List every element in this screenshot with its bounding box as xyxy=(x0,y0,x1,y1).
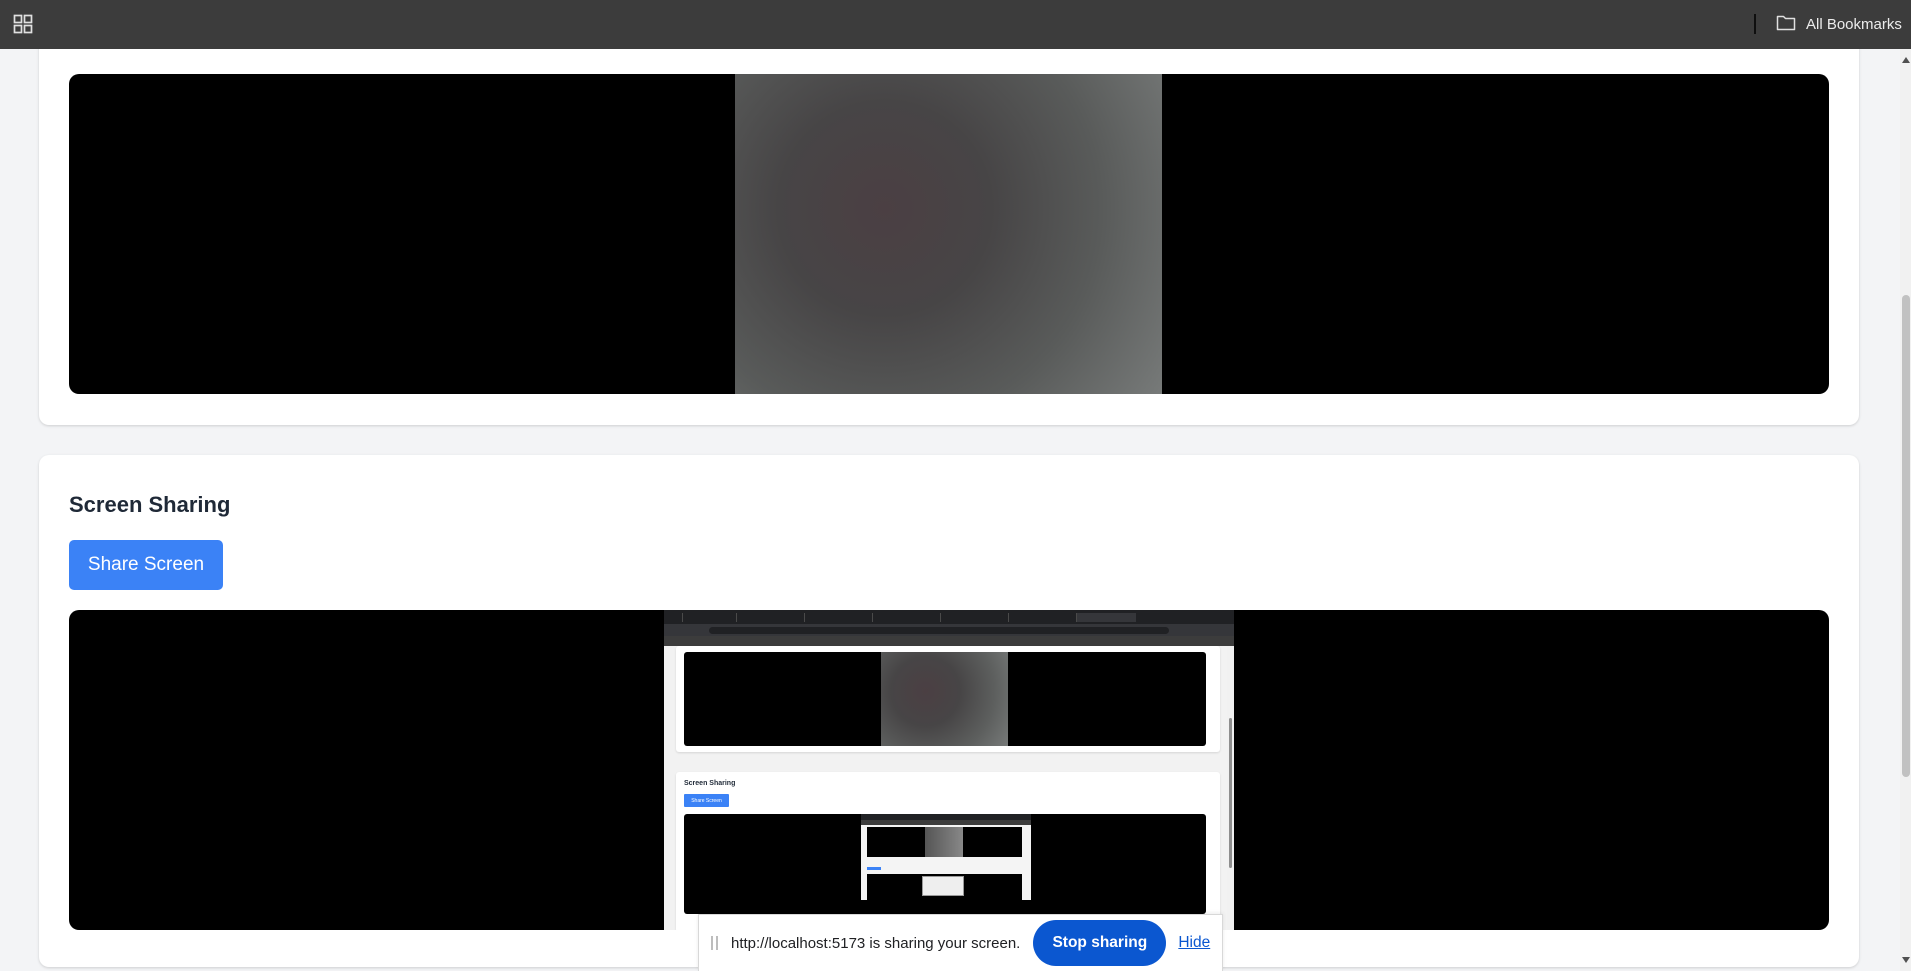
mini-camera-feed xyxy=(881,652,1008,746)
mini-scrollbar xyxy=(1227,646,1234,930)
scrollbar-thumb[interactable] xyxy=(1902,295,1910,777)
mini-tab xyxy=(1008,613,1074,622)
camera-video xyxy=(69,74,1829,394)
mini-share-button: Share Screen xyxy=(684,794,729,807)
folder-icon xyxy=(1776,14,1796,35)
mini-tab xyxy=(940,613,1006,622)
mini-scrollbar-thumb xyxy=(1229,718,1232,868)
mini-tab xyxy=(804,613,870,622)
mini-tab-strip xyxy=(664,610,1234,624)
mini-tab xyxy=(736,613,802,622)
scroll-up-arrow-icon[interactable] xyxy=(1902,57,1910,63)
nested-shared-screen xyxy=(861,814,1031,900)
nested-inner-screen xyxy=(922,876,964,896)
nested-toolbar xyxy=(861,820,1031,825)
mini-camera-card xyxy=(676,646,1220,752)
drag-handle-icon[interactable] xyxy=(711,936,718,950)
shared-screen-capture: Screen Sharing Share Screen xyxy=(664,610,1234,930)
mini-url-field xyxy=(709,627,1169,634)
apps-grid-icon[interactable] xyxy=(13,14,33,34)
screen-sharing-card: Screen Sharing Share Screen Screen Shari… xyxy=(39,455,1859,967)
mini-tab xyxy=(872,613,938,622)
screen-sharing-title: Screen Sharing xyxy=(69,492,231,517)
screen-share-notice: http://localhost:5173 is sharing your sc… xyxy=(698,914,1223,971)
mini-camera-video xyxy=(684,652,1206,746)
hide-link[interactable]: Hide xyxy=(1178,934,1210,952)
mini-bookmarks-bar xyxy=(664,636,1234,646)
screen-share-video: Screen Sharing Share Screen xyxy=(69,610,1829,930)
mini-tab-active xyxy=(1076,613,1136,622)
mini-share-video xyxy=(684,814,1206,914)
camera-card xyxy=(39,49,1859,425)
mini-section-title: Screen Sharing xyxy=(684,780,736,787)
sharing-message: http://localhost:5173 is sharing your sc… xyxy=(731,934,1021,952)
mini-screen-sharing-card: Screen Sharing Share Screen xyxy=(676,772,1220,930)
page-content: Screen Sharing Share Screen Screen Shari… xyxy=(0,49,1900,971)
mini-tab xyxy=(682,613,734,622)
mini-address-bar xyxy=(664,624,1234,636)
nested-camera-feed xyxy=(925,827,963,857)
nested-share-button xyxy=(867,867,881,870)
stop-sharing-button[interactable]: Stop sharing xyxy=(1033,920,1167,966)
nested-share-video xyxy=(867,874,1022,900)
all-bookmarks-label: All Bookmarks xyxy=(1806,15,1902,33)
nested-camera-video xyxy=(867,827,1022,857)
scroll-down-arrow-icon[interactable] xyxy=(1902,957,1910,963)
all-bookmarks-button[interactable]: All Bookmarks xyxy=(1776,13,1902,35)
camera-feed xyxy=(735,74,1162,394)
bookmarks-bar: All Bookmarks xyxy=(0,0,1911,49)
page-scrollbar[interactable] xyxy=(1900,49,1911,971)
share-screen-button[interactable]: Share Screen xyxy=(69,540,223,590)
bookmarks-divider xyxy=(1754,14,1756,34)
